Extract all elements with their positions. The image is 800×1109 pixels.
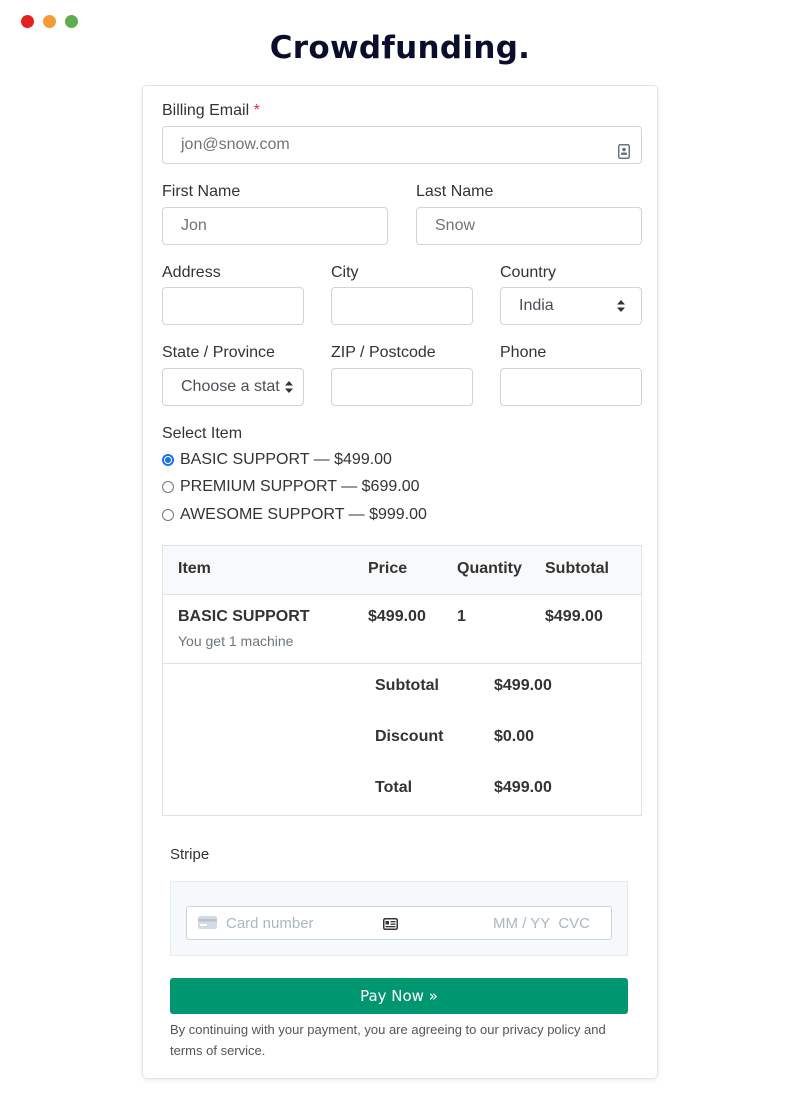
column-header-price: Price bbox=[368, 560, 408, 577]
maximize-window-button[interactable] bbox=[65, 15, 78, 28]
first-name-input[interactable]: Jon bbox=[162, 207, 388, 245]
summary-total-label: Total bbox=[375, 779, 413, 796]
minimize-window-button[interactable] bbox=[43, 15, 56, 28]
window-controls bbox=[21, 15, 78, 28]
country-select[interactable]: India bbox=[500, 287, 642, 325]
summary-subtotal-label: Subtotal bbox=[375, 677, 439, 694]
column-header-subtotal: Subtotal bbox=[545, 560, 609, 577]
card-number-placeholder: Card number bbox=[226, 915, 314, 932]
summary-discount-value: $0.00 bbox=[494, 728, 535, 745]
last-name-placeholder: Snow bbox=[435, 217, 476, 234]
select-caret-icon bbox=[617, 300, 625, 312]
card-brand-icon bbox=[198, 916, 217, 933]
required-mark: * bbox=[253, 102, 260, 119]
pay-now-button[interactable]: Pay Now » bbox=[170, 978, 628, 1014]
last-name-label: Last Name bbox=[416, 183, 494, 200]
state-select[interactable]: Choose a stat bbox=[162, 368, 304, 406]
column-header-quantity: Quantity bbox=[457, 560, 522, 577]
card-input[interactable]: Card number MM / YY CVC bbox=[186, 906, 612, 940]
row-item-description: You get 1 machine bbox=[178, 633, 294, 649]
expiry-cvc-placeholder: MM / YY CVC bbox=[493, 915, 590, 932]
stripe-card-container: Card number MM / YY CVC bbox=[170, 881, 628, 956]
item-option-label: BASIC SUPPORT — $499.00 bbox=[180, 451, 392, 468]
terms-notice: By continuing with your payment, you are… bbox=[170, 1022, 606, 1058]
state-label: State / Province bbox=[162, 344, 275, 361]
radio-button[interactable] bbox=[162, 454, 174, 466]
page-title: Crowdfunding. bbox=[269, 30, 531, 66]
last-name-input[interactable]: Snow bbox=[416, 207, 642, 245]
radio-button[interactable] bbox=[162, 481, 174, 493]
zip-label: ZIP / Postcode bbox=[331, 344, 436, 361]
row-price: $499.00 bbox=[368, 608, 426, 625]
zip-input[interactable] bbox=[331, 368, 473, 406]
billing-email-label-text: Billing Email bbox=[162, 102, 250, 119]
card-id-icon bbox=[383, 917, 398, 934]
phone-label: Phone bbox=[500, 344, 547, 361]
item-option-basic[interactable]: BASIC SUPPORT — $499.00 bbox=[162, 451, 392, 469]
checkout-form-card: Billing Email * jon@snow.com First Name … bbox=[143, 86, 657, 1078]
billing-email-label: Billing Email * bbox=[162, 102, 260, 120]
table-row: BASIC SUPPORT You get 1 machine $499.00 … bbox=[163, 594, 641, 664]
row-item-name: BASIC SUPPORT bbox=[178, 608, 310, 625]
select-item-label: Select Item bbox=[162, 425, 243, 442]
first-name-label: First Name bbox=[162, 183, 241, 200]
country-selected: India bbox=[519, 297, 554, 314]
payment-method-label: Stripe bbox=[170, 846, 210, 863]
select-caret-icon bbox=[285, 381, 293, 393]
column-header-item: Item bbox=[178, 560, 211, 577]
item-option-label: PREMIUM SUPPORT — $699.00 bbox=[180, 478, 420, 495]
close-window-button[interactable] bbox=[21, 15, 34, 28]
row-subtotal: $499.00 bbox=[545, 608, 603, 625]
address-input[interactable] bbox=[162, 287, 304, 325]
city-input[interactable] bbox=[331, 287, 473, 325]
radio-button[interactable] bbox=[162, 509, 174, 521]
table-header: Item Price Quantity Subtotal bbox=[163, 546, 641, 595]
item-option-premium[interactable]: PREMIUM SUPPORT — $699.00 bbox=[162, 478, 420, 496]
billing-email-placeholder: jon@snow.com bbox=[181, 136, 290, 153]
summary-subtotal-value: $499.00 bbox=[494, 677, 552, 694]
phone-input[interactable] bbox=[500, 368, 642, 406]
billing-email-input[interactable]: jon@snow.com bbox=[162, 126, 642, 164]
address-label: Address bbox=[162, 264, 221, 281]
state-selected: Choose a stat bbox=[181, 378, 280, 395]
row-quantity: 1 bbox=[457, 608, 466, 625]
item-option-label: AWESOME SUPPORT — $999.00 bbox=[180, 506, 427, 523]
order-summary-table: Item Price Quantity Subtotal BASIC SUPPO… bbox=[162, 545, 642, 816]
summary-total-value: $499.00 bbox=[494, 779, 552, 796]
summary-discount-label: Discount bbox=[375, 728, 444, 745]
first-name-placeholder: Jon bbox=[181, 217, 207, 234]
city-label: City bbox=[331, 264, 359, 281]
item-option-awesome[interactable]: AWESOME SUPPORT — $999.00 bbox=[162, 506, 427, 524]
country-label: Country bbox=[500, 264, 557, 281]
contact-card-icon[interactable] bbox=[618, 137, 630, 163]
